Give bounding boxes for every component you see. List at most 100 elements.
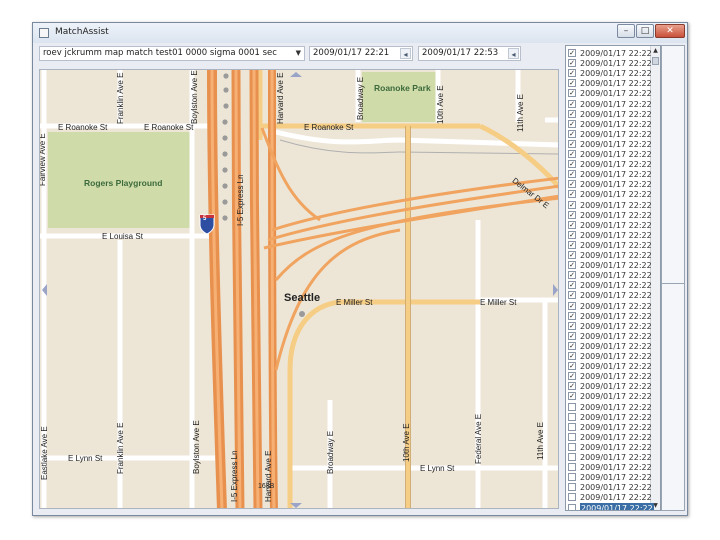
item-checkbox[interactable]: ✓ — [568, 89, 576, 98]
end-time-picker[interactable]: 2009/01/17 22:53 ◂ — [418, 46, 521, 61]
roanoke-park-area — [362, 72, 438, 122]
item-checkbox[interactable] — [568, 463, 576, 472]
item-checkbox[interactable]: ✓ — [568, 281, 576, 290]
app-icon — [39, 28, 49, 38]
item-checkbox[interactable] — [568, 503, 576, 510]
street-label: Harvard Ave E — [276, 72, 285, 124]
item-checkbox[interactable]: ✓ — [568, 331, 576, 340]
side-panel-bottom — [661, 283, 685, 511]
item-checkbox[interactable]: ✓ — [568, 79, 576, 88]
item-timestamp: 2009/01/17 22:22 — [580, 502, 654, 510]
item-checkbox[interactable]: ✓ — [568, 220, 576, 229]
item-checkbox[interactable] — [568, 412, 576, 421]
street-label: Harvard Ave E — [264, 450, 273, 502]
item-checkbox[interactable] — [568, 442, 576, 451]
item-checkbox[interactable]: ✓ — [568, 109, 576, 118]
item-checkbox[interactable] — [568, 432, 576, 441]
start-time-picker[interactable]: 2009/01/17 22:21 ◂ — [309, 46, 413, 61]
item-checkbox[interactable] — [568, 493, 576, 502]
street-label: I-5 Express Ln — [236, 174, 245, 226]
trace-file-value: roev jckrumm map match test01 0000 sigma… — [43, 48, 277, 58]
item-checkbox[interactable]: ✓ — [568, 240, 576, 249]
city-label: Seattle — [284, 292, 321, 304]
maximize-button[interactable]: □ — [636, 24, 654, 38]
item-checkbox[interactable]: ✓ — [568, 59, 576, 68]
item-checkbox[interactable]: ✓ — [568, 150, 576, 158]
side-panel-top — [661, 45, 685, 295]
item-checkbox[interactable]: ✓ — [568, 392, 576, 401]
item-checkbox[interactable]: ✓ — [568, 341, 576, 350]
street-label: E Roanoke St — [144, 123, 194, 132]
exit-label: 168B — [258, 483, 275, 490]
street-label: E Louisa St — [102, 232, 143, 241]
street-label: E Roanoke St — [304, 123, 354, 132]
item-checkbox[interactable]: ✓ — [568, 190, 576, 199]
trace-file-combo[interactable]: roev jckrumm map match test01 0000 sigma… — [39, 46, 305, 61]
street-label: Broadway E — [356, 76, 365, 120]
item-checkbox[interactable]: ✓ — [568, 99, 576, 108]
item-checkbox[interactable]: ✓ — [568, 139, 576, 148]
close-button[interactable]: ✕ — [655, 24, 685, 38]
street-label: E Lynn St — [68, 454, 103, 463]
street-label: E Miller St — [336, 298, 373, 307]
item-checkbox[interactable]: ✓ — [568, 180, 576, 189]
item-checkbox[interactable]: ✓ — [568, 210, 576, 219]
app-window: MatchAssist – □ ✕ roev jckrumm map match… — [32, 22, 688, 516]
street-label: 10th Ave E — [402, 423, 411, 462]
item-checkbox[interactable]: ✓ — [568, 49, 576, 57]
street-label: Boylston Ave E — [192, 420, 201, 474]
item-checkbox[interactable]: ✓ — [568, 170, 576, 179]
item-checkbox[interactable] — [568, 473, 576, 482]
item-checkbox[interactable] — [568, 402, 576, 411]
pan-up-icon — [290, 72, 302, 77]
street-label: Broadway E — [326, 430, 335, 474]
street-label: Eastlake Ave E — [40, 426, 49, 480]
item-checkbox[interactable]: ✓ — [568, 372, 576, 381]
scroll-thumb[interactable] — [652, 57, 659, 65]
dropdown-arrow-icon[interactable]: ▼ — [296, 47, 301, 60]
item-checkbox[interactable] — [568, 453, 576, 461]
toolbar: roev jckrumm map match test01 0000 sigma… — [37, 45, 563, 63]
item-checkbox[interactable] — [568, 483, 576, 492]
item-checkbox[interactable]: ✓ — [568, 301, 576, 310]
end-time-value: 2009/01/17 22:53 — [422, 48, 499, 58]
minimize-button[interactable]: – — [617, 24, 635, 38]
street-label: 11th Ave E — [516, 94, 525, 132]
street-label: E Lynn St — [420, 464, 455, 473]
item-checkbox[interactable]: ✓ — [568, 129, 576, 138]
item-checkbox[interactable]: ✓ — [568, 271, 576, 280]
list-item[interactable]: 2009/01/17 22:22 — [568, 502, 654, 510]
item-checkbox[interactable]: ✓ — [568, 291, 576, 300]
title-bar[interactable]: MatchAssist – □ ✕ — [33, 23, 687, 43]
item-checkbox[interactable]: ✓ — [568, 362, 576, 371]
calendar-dropdown-icon[interactable]: ◂ — [508, 48, 519, 59]
street-label: Franklin Ave E — [116, 422, 125, 474]
start-time-value: 2009/01/17 22:21 — [313, 48, 390, 58]
item-checkbox[interactable]: ✓ — [568, 311, 576, 320]
window-title: MatchAssist — [55, 27, 109, 37]
interstate-shield-number: 5 — [203, 216, 207, 222]
street-label: E Miller St — [480, 298, 517, 307]
park-label: Rogers Playground — [84, 178, 163, 188]
street-label: I-5 Express Ln — [230, 450, 239, 502]
item-checkbox[interactable]: ✓ — [568, 251, 576, 259]
item-checkbox[interactable] — [568, 422, 576, 431]
street-label: Fairview Ave E — [39, 133, 47, 186]
map-view[interactable]: E Roanoke St E Roanoke St E Roanoke St E… — [39, 69, 559, 509]
item-checkbox[interactable]: ✓ — [568, 200, 576, 209]
timestamp-list[interactable]: ▲ ▼ ✓ 2009/01/17 22:22 ✓ 2009/01/17 22:22 ✓ 2… — [565, 45, 661, 511]
calendar-dropdown-icon[interactable]: ◂ — [400, 48, 411, 59]
item-checkbox[interactable]: ✓ — [568, 382, 576, 391]
item-checkbox[interactable]: ✓ — [568, 119, 576, 128]
street-label: 10th Ave E — [436, 85, 445, 124]
pan-right-icon — [553, 284, 558, 296]
street-label: 11th Ave E — [536, 422, 545, 460]
street-label: Federal Ave E — [474, 413, 483, 464]
scroll-up-icon[interactable]: ▲ — [651, 46, 660, 55]
item-checkbox[interactable]: ✓ — [568, 160, 576, 169]
item-checkbox[interactable]: ✓ — [568, 352, 576, 360]
item-checkbox[interactable]: ✓ — [568, 261, 576, 270]
item-checkbox[interactable]: ✓ — [568, 321, 576, 330]
item-checkbox[interactable]: ✓ — [568, 230, 576, 239]
item-checkbox[interactable]: ✓ — [568, 69, 576, 78]
